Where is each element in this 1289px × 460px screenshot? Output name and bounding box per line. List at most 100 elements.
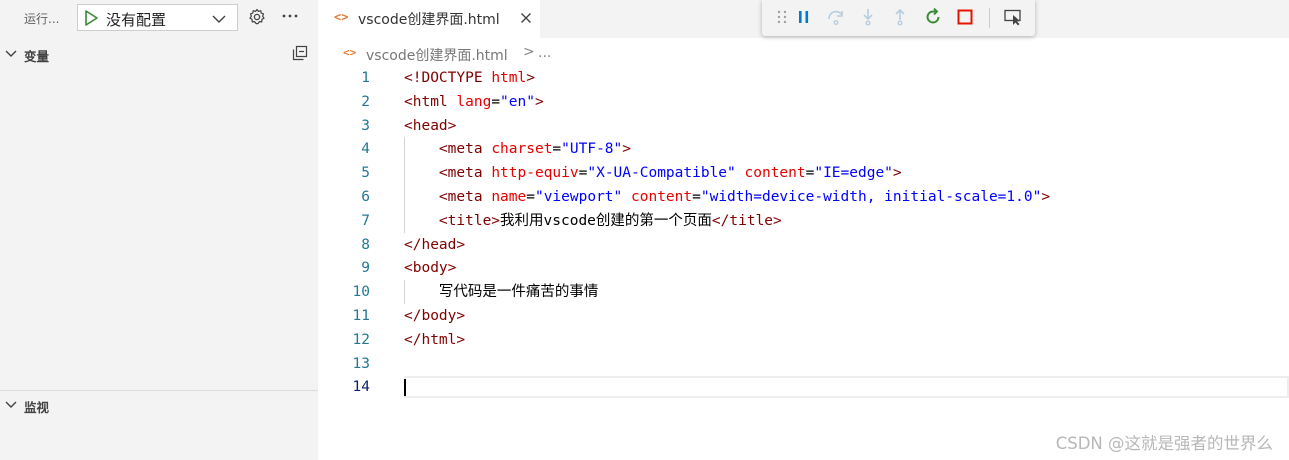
chevron-down-icon[interactable] bbox=[210, 10, 228, 28]
code-token-tag: <meta bbox=[438, 165, 492, 182]
code-text: <html lang="en"> bbox=[404, 91, 544, 115]
code-token-tag: > bbox=[622, 141, 631, 158]
play-icon[interactable] bbox=[82, 9, 100, 27]
code-text: <head> bbox=[404, 115, 456, 139]
code-line[interactable]: 3 <head> bbox=[318, 115, 1289, 139]
breadcrumb-more[interactable]: ... bbox=[538, 45, 551, 61]
chevron-down-icon bbox=[5, 50, 17, 57]
code-token-text: 写代码是一件痛苦的事情 bbox=[404, 284, 599, 301]
code-token-str: "UTF-8" bbox=[561, 141, 623, 158]
run-toolbar: 运行... 没有配置 bbox=[0, 0, 318, 35]
debug-toolbar bbox=[762, 0, 1035, 36]
code-text: <meta name="viewport" content="width=dev… bbox=[404, 186, 1050, 210]
code-text: </body> bbox=[404, 305, 465, 329]
toolbar-divider bbox=[989, 8, 990, 28]
code-token-str: "viewport" bbox=[534, 189, 623, 205]
code-line[interactable]: 10 写代码是一件痛苦的事情 bbox=[318, 281, 1289, 305]
debug-sidebar: 运行... 没有配置 变量 监视 bbox=[0, 0, 318, 460]
code-token-attr: lang bbox=[456, 93, 492, 110]
run-label: 运行... bbox=[24, 12, 60, 26]
code-line[interactable]: 8 </head> bbox=[318, 234, 1289, 258]
code-token-attr: http-equiv bbox=[491, 165, 579, 182]
code-token-attr: content bbox=[631, 189, 693, 205]
close-icon[interactable] bbox=[518, 10, 534, 26]
current-line-highlight bbox=[404, 376, 1289, 398]
code-token-str: "IE=edge" bbox=[814, 165, 893, 182]
line-number: 13 bbox=[352, 355, 370, 372]
code-token-text: = bbox=[692, 189, 701, 205]
step-out-icon[interactable] bbox=[890, 7, 910, 27]
code-line[interactable]: 4 <meta charset="UTF-8"> bbox=[318, 138, 1289, 162]
editor-tab-active[interactable]: <> vscode创建界面.html bbox=[318, 0, 540, 38]
step-into-icon[interactable] bbox=[858, 7, 878, 27]
watch-section-header[interactable]: 监视 bbox=[0, 394, 318, 416]
code-token-text: = bbox=[491, 93, 501, 110]
code-line[interactable]: 12 </html> bbox=[318, 329, 1289, 353]
watermark: CSDN @这就是强者的世界么 bbox=[1055, 434, 1273, 453]
step-over-icon[interactable] bbox=[826, 7, 846, 27]
drag-grip-icon[interactable] bbox=[772, 7, 792, 27]
code-token-attr: charset bbox=[491, 141, 553, 158]
code-token-attr: html bbox=[491, 70, 527, 86]
launch-config-select[interactable]: 没有配置 bbox=[77, 4, 238, 31]
gear-icon[interactable] bbox=[247, 7, 267, 27]
code-token-text: 我利用vscode创建的第一个页面 bbox=[500, 212, 712, 229]
breadcrumb-separator: > bbox=[523, 44, 535, 60]
code-text: </html> bbox=[404, 329, 465, 353]
restart-icon[interactable] bbox=[923, 7, 943, 27]
code-line[interactable]: 6 <meta name="viewport" content="width=d… bbox=[318, 186, 1289, 210]
watch-title: 监视 bbox=[24, 400, 50, 415]
code-token-text: = bbox=[526, 189, 535, 205]
code-token-attr: content bbox=[744, 165, 806, 182]
editor-area: <> vscode创建界面.html <> vscode创建界面.html > … bbox=[318, 0, 1289, 460]
code-line[interactable]: 2 <html lang="en"> bbox=[318, 91, 1289, 115]
code-token-tag: <title> bbox=[438, 212, 501, 229]
code-line[interactable]: 7 <title>我利用vscode创建的第一个页面</title> bbox=[318, 210, 1289, 234]
code-token-tag: </title> bbox=[711, 212, 782, 229]
stop-icon[interactable] bbox=[955, 7, 975, 27]
pause-icon[interactable] bbox=[794, 7, 814, 27]
line-number: 1 bbox=[361, 70, 370, 86]
line-number: 7 bbox=[361, 212, 370, 229]
code-line[interactable]: 11 </body> bbox=[318, 305, 1289, 329]
code-token-str: "X-UA-Compatible" bbox=[587, 165, 736, 182]
more-icon[interactable] bbox=[280, 6, 300, 26]
variables-title: 变量 bbox=[24, 49, 50, 64]
line-number: 2 bbox=[361, 93, 370, 110]
line-number: 8 bbox=[361, 236, 370, 253]
inspect-icon[interactable] bbox=[1003, 7, 1023, 27]
code-text: <body> bbox=[404, 257, 456, 281]
line-number: 6 bbox=[361, 189, 370, 205]
line-number: 4 bbox=[361, 141, 370, 158]
code-text: <title>我利用vscode创建的第一个页面</title> bbox=[404, 210, 782, 234]
breadcrumb-file[interactable]: vscode创建界面.html bbox=[366, 45, 508, 65]
line-number: 3 bbox=[361, 117, 370, 134]
code-text: <meta http-equiv="X-UA-Compatible" conte… bbox=[404, 162, 902, 186]
code-text: </head> bbox=[404, 234, 465, 258]
text-cursor bbox=[404, 379, 406, 396]
code-token-tag: > bbox=[526, 70, 535, 86]
code-text: 写代码是一件痛苦的事情 bbox=[404, 281, 599, 305]
code-line[interactable]: 9 <body> bbox=[318, 257, 1289, 281]
variables-section-header[interactable]: 变量 bbox=[0, 43, 318, 65]
tab-label: vscode创建界面.html bbox=[358, 12, 500, 28]
html-file-icon: <> bbox=[334, 10, 349, 24]
collapse-all-icon[interactable] bbox=[291, 44, 309, 62]
html-file-icon: <> bbox=[343, 46, 357, 59]
code-token-text: = bbox=[552, 141, 562, 158]
chevron-down-icon bbox=[5, 401, 17, 408]
code-editor[interactable]: 1 <!DOCTYPE html> 2 <html lang="en"> 3 <head>… bbox=[318, 66, 1289, 406]
code-token-str: "width=device-width, initial-scale=1.0" bbox=[700, 189, 1042, 205]
breadcrumb: <> vscode创建界面.html > ... bbox=[318, 42, 1289, 66]
code-line[interactable]: 5 <meta http-equiv="X-UA-Compatible" con… bbox=[318, 162, 1289, 186]
code-token-tag: > bbox=[1041, 189, 1051, 205]
code-line[interactable]: 1 <!DOCTYPE html> bbox=[318, 67, 1289, 91]
code-token-tag: </body> bbox=[404, 308, 466, 324]
code-token-tag: <meta bbox=[438, 189, 492, 205]
code-line[interactable]: 13 bbox=[318, 353, 1289, 377]
code-token-tag: <head> bbox=[404, 117, 457, 134]
